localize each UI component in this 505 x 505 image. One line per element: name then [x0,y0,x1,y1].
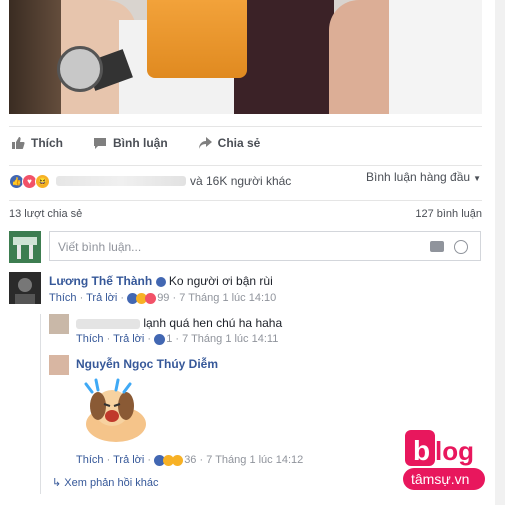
reply-author-name[interactable]: Nguyễn Ngọc Thúy Diễm [76,357,218,371]
reaction-count[interactable]: 36 [184,454,196,466]
watch [57,46,103,92]
emoji-icon[interactable] [454,240,468,254]
shares-count[interactable]: 13 lượt chia sẻ [9,208,82,220]
commenter-avatar[interactable] [9,272,41,304]
reply-time[interactable]: 7 Tháng 1 lúc 14:11 [182,333,278,345]
reply-time[interactable]: 7 Tháng 1 lúc 14:12 [206,454,303,466]
reply-reply-link[interactable]: Trả lời [113,454,144,466]
like-label: Thích [31,136,63,150]
comment-reply-link[interactable]: Trả lời [86,292,117,304]
comment-input[interactable]: Viết bình luận... [49,231,481,261]
comment-composer: Viết bình luận... [9,231,482,263]
svg-text:tâmsự.vn: tâmsự.vn [411,471,469,487]
comment-time[interactable]: 7 Tháng 1 lúc 14:10 [179,292,276,304]
comment-button[interactable]: Bình luận [93,136,168,150]
commenter-name[interactable]: Lương Thế Thành [49,274,152,288]
blurred-names [56,176,186,186]
love-reaction-icon [145,292,157,304]
post-photo[interactable] [9,0,482,114]
comment-1: Lương Thế Thành Ko người ơi bận rùi [49,274,273,288]
view-more-replies[interactable]: ↳ Xem phản hồi khác [52,476,158,489]
share-label: Chia sẻ [217,136,261,150]
reply-like-link[interactable]: Thích [76,333,104,345]
reply-avatar[interactable] [49,355,69,375]
share-icon [198,137,212,149]
svg-text:log: log [435,436,474,466]
camera-icon[interactable] [430,241,444,252]
user-avatar [9,231,41,263]
share-button[interactable]: Chia sẻ [198,136,261,150]
like-button[interactable]: Thích [11,136,63,150]
comment-icon [94,138,106,149]
reply-arrow-icon: ↳ [52,477,62,489]
comment-label: Bình luận [113,136,168,150]
reply-like-link[interactable]: Thích [76,454,104,466]
scrollbar[interactable] [495,0,505,505]
wow-reaction-icon [172,454,184,466]
reply-1-meta: Thích · Trả lời · 1 · 7 Tháng 1 lúc 14:1… [76,333,279,345]
haha-reaction-icon: 😆 [35,173,50,189]
thumbs-up-icon [12,137,25,149]
top-comments-label: Bình luận hàng đầu [365,170,471,184]
reply-avatar[interactable] [49,314,69,334]
like-reaction-icon [154,333,166,345]
reactions-text: và 16K người khác [190,174,292,188]
comment-like-link[interactable]: Thích [49,292,77,304]
caret-down-icon: ▼ [473,174,481,183]
blog-tamsu-logo: b log tâmsự.vn [403,430,485,490]
reply-thread-line [40,314,41,494]
view-more-label: Xem phản hồi khác [64,477,159,489]
svg-text:b: b [413,435,430,466]
reply-text: lạnh quá hen chú ha haha [143,316,283,330]
comments-count[interactable]: 127 bình luận [415,208,482,220]
verified-icon [155,276,166,287]
reaction-count[interactable]: 99 [157,292,169,304]
reply-1: lạnh quá hen chú ha haha [76,316,282,330]
post-actions: Thích Bình luận Chia sẻ [9,126,482,159]
comment-placeholder: Viết bình luận... [58,240,142,254]
reply-2: Nguyễn Ngọc Thúy Diễm [76,357,218,371]
comment-1-meta: Thích · Trả lời · 99 · 7 Tháng 1 lúc 14:… [49,292,277,304]
reply-2-meta: Thích · Trả lời · 36 · 7 Tháng 1 lúc 14:… [76,454,304,466]
reaction-count[interactable]: 1 [166,333,172,345]
comment-text: Ko người ơi bận rùi [168,274,273,288]
crying-dog-sticker[interactable] [78,378,150,446]
post-stats: 13 lượt chia sẻ 127 bình luận [9,200,482,230]
top-comments-dropdown[interactable]: Bình luận hàng đầu ▼ [366,170,481,184]
reply-reply-link[interactable]: Trả lời [113,333,144,345]
blurred-name [76,318,140,329]
